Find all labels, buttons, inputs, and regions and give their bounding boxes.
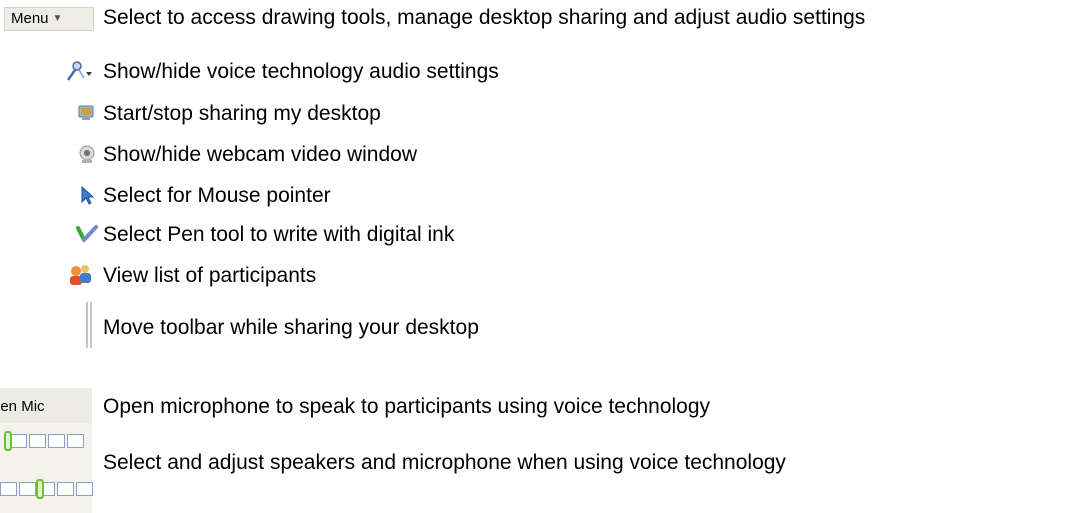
volume-description: Select and adjust speakers and microphon… [103,451,786,474]
pen-description: Select Pen tool to write with digital in… [103,223,455,246]
webcam-legend-row: Show/hide webcam video window [0,139,1073,171]
participants-description: View list of participants [103,264,317,287]
pen-tool-icon[interactable] [76,224,98,244]
audio-settings-icon[interactable] [64,60,94,84]
pointer-legend-row: Select for Mouse pointer [0,180,1073,212]
microphone-volume-meter[interactable] [0,482,93,496]
menu-button-label: Menu [11,10,49,27]
pointer-description: Select for Mouse pointer [103,184,331,207]
toolbar-grip-icon[interactable] [84,300,94,350]
open-mic-description: Open microphone to speak to participants… [103,395,711,418]
audio-legend-row: Show/hide voice technology audio setting… [0,56,1073,88]
audio-description: Show/hide voice technology audio setting… [103,60,499,83]
webcam-description: Show/hide webcam video window [103,143,418,166]
mouse-pointer-icon[interactable] [80,186,96,206]
volume-slider-icon[interactable] [0,423,93,513]
webcam-icon[interactable] [77,144,97,164]
menu-legend-row: Menu ▼ Select to access drawing tools, ma… [0,2,1073,34]
menu-description: Select to access drawing tools, manage d… [103,6,866,29]
participants-legend-row: View list of participants [0,260,1073,292]
microphone-volume-knob[interactable] [36,479,44,499]
participants-icon[interactable] [67,263,93,287]
move-description: Move toolbar while sharing your desktop [103,316,479,339]
volume-legend-row: Select and adjust speakers and microphon… [0,423,1073,513]
pen-legend-row: Select Pen tool to write with digital in… [0,219,1073,251]
open-mic-button[interactable]: pen Mic [0,388,92,426]
chevron-down-icon: ▼ [52,13,63,25]
move-legend-row: Move toolbar while sharing your desktop [0,300,1073,350]
speaker-volume-meter[interactable] [10,434,84,448]
menu-button[interactable]: Menu ▼ [4,7,94,31]
open-mic-legend-row: pen Mic Open microphone to speak to part… [0,388,1073,426]
open-mic-label: pen Mic [0,398,45,415]
desktop-share-icon[interactable] [78,105,94,121]
share-description: Start/stop sharing my desktop [103,102,381,125]
speaker-volume-knob[interactable] [4,431,12,451]
share-legend-row: Start/stop sharing my desktop [0,98,1073,130]
